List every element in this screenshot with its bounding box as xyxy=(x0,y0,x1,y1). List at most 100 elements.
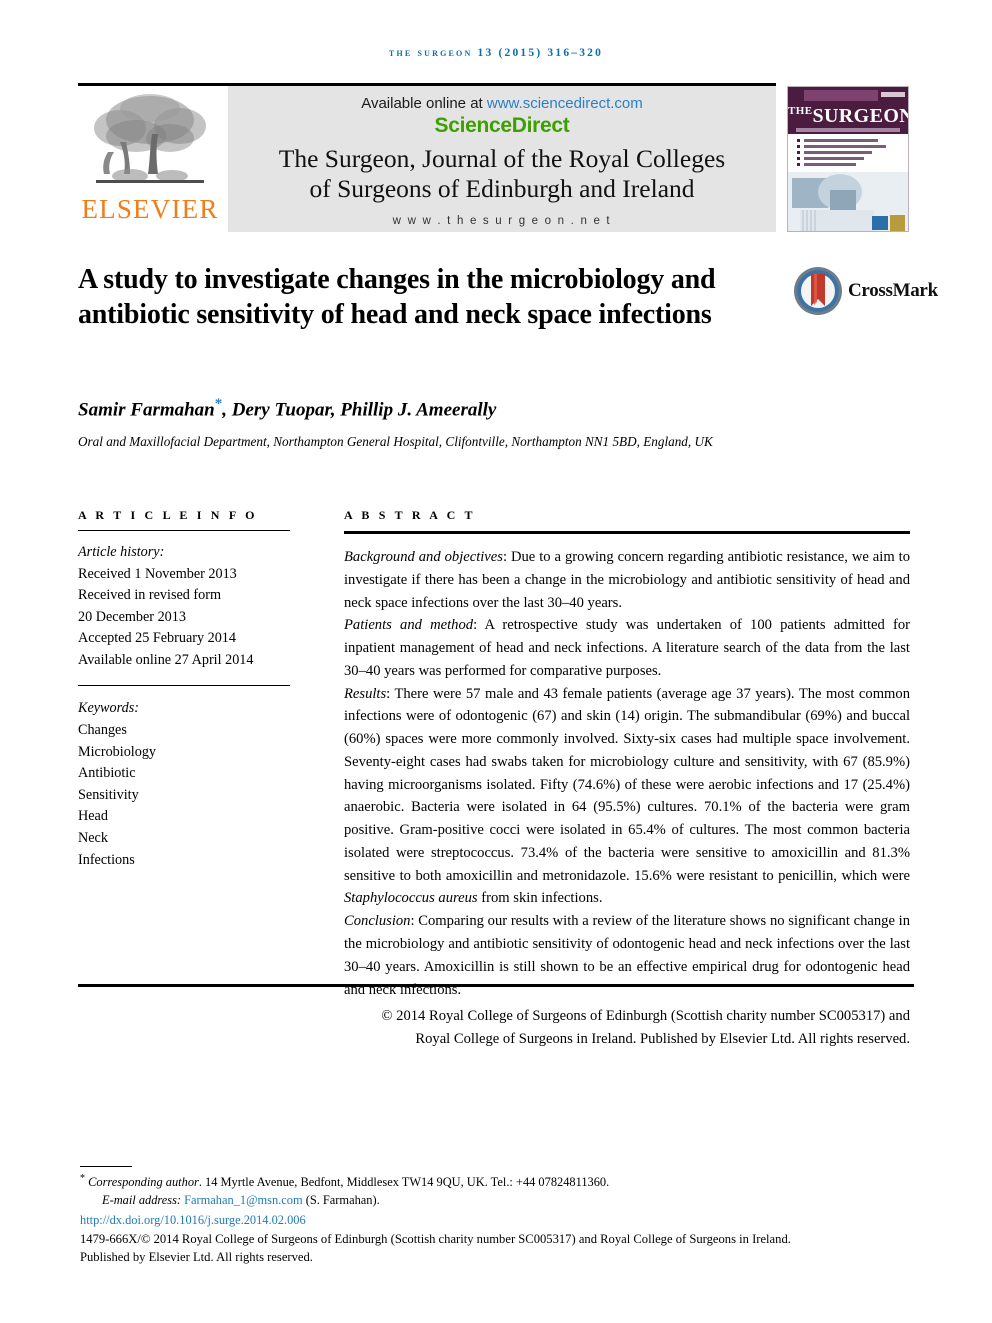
corresponding-author-label: Corresponding author xyxy=(88,1175,199,1190)
article-info-column: A R T I C L E I N F O Article history: R… xyxy=(78,508,290,871)
available-online-prefix: Available online at xyxy=(361,95,487,112)
keyword-item: Head xyxy=(78,808,108,825)
abstract-paragraph-patients: Patients and method: A retrospective stu… xyxy=(344,614,910,682)
journal-cover-thumbnail: THESURGEON xyxy=(787,86,909,232)
footnote-marker: * xyxy=(80,1173,85,1184)
email-link[interactable]: Farmahan_1@msn.com xyxy=(184,1193,302,1207)
crossmark-logo[interactable]: CrossMark xyxy=(793,263,938,319)
cover-contents-line xyxy=(804,145,886,148)
crossmark-label: CrossMark xyxy=(848,280,938,301)
author-list: Samir Farmahan*, Dery Tuopar, Phillip J.… xyxy=(78,396,838,421)
abstract-italic-species: Staphylococcus aureus xyxy=(344,890,478,907)
available-online-line: Available online at www.sciencedirect.co… xyxy=(228,95,776,112)
abstract-lead-patients: Patients and method xyxy=(344,617,474,634)
history-item: Received 1 November 2013 xyxy=(78,565,237,582)
sciencedirect-url[interactable]: www.sciencedirect.com xyxy=(487,95,643,112)
email-label: E-mail address: xyxy=(102,1193,182,1208)
history-item: Available online 27 April 2014 xyxy=(78,651,254,668)
sciencedirect-panel: Available online at www.sciencedirect.co… xyxy=(228,86,776,232)
doi-link[interactable]: http://dx.doi.org/10.1016/j.surge.2014.0… xyxy=(80,1211,918,1229)
abstract-lead-conclusion: Conclusion xyxy=(344,913,411,930)
cover-topbar xyxy=(788,87,908,104)
abstract-rule xyxy=(344,531,910,534)
author-first: Samir Farmahan xyxy=(78,399,215,421)
cover-contents-line xyxy=(804,157,864,160)
journal-title: The Surgeon, Journal of the Royal Colleg… xyxy=(228,144,776,203)
journal-title-line1: The Surgeon, Journal of the Royal Colleg… xyxy=(278,144,726,173)
copyright-line-1: © 2014 Royal College of Surgeons of Edin… xyxy=(381,1008,910,1025)
abstract-bottom-rule xyxy=(78,984,914,987)
imprint-line-2: Published by Elsevier Ltd. All rights re… xyxy=(80,1250,313,1265)
bullet-icon xyxy=(797,145,800,148)
cover-society-logo-1 xyxy=(872,216,888,230)
cover-contents-item xyxy=(797,163,901,166)
running-head: The Surgeon 13 (2015) 316–320 xyxy=(388,47,604,59)
cover-title: THESURGEON xyxy=(788,104,908,127)
article-history-label: Article history: xyxy=(78,544,165,560)
journal-homepage-url[interactable]: w w w . t h e s u r g e o n . n e t xyxy=(228,215,776,227)
abstract-paragraph-results: Results: There were 57 male and 43 femal… xyxy=(344,683,910,911)
history-item: Accepted 25 February 2014 xyxy=(78,630,236,647)
keywords-label: Keywords: xyxy=(78,700,139,717)
article-info-rule xyxy=(78,530,290,531)
bullet-icon xyxy=(797,151,800,154)
article-info-heading: A R T I C L E I N F O xyxy=(78,508,258,522)
cover-artwork-building xyxy=(800,210,874,231)
bullet-icon xyxy=(797,163,800,166)
keywords-rule xyxy=(78,685,290,687)
cover-society-logo-2 xyxy=(890,215,905,231)
keyword-item: Microbiology xyxy=(78,743,157,760)
keyword-item: Antibiotic xyxy=(78,765,136,782)
abstract-lead-background: Background and objectives xyxy=(344,549,503,565)
page-title: A study to investigate changes in the mi… xyxy=(78,264,716,331)
sciencedirect-logo: ScienceDirect xyxy=(434,114,570,137)
email-note: E-mail address: Farmahan_1@msn.com (S. F… xyxy=(80,1191,918,1209)
cover-contents-list xyxy=(788,134,908,172)
cover-subtitle-line xyxy=(796,128,900,132)
email-owner: (S. Farmahan). xyxy=(305,1193,380,1208)
cover-contents-item xyxy=(797,151,901,154)
abstract-lead-results: Results xyxy=(344,685,387,702)
cover-topbar-band xyxy=(804,90,878,101)
paper-page: The Surgeon 13 (2015) 316–320 xyxy=(0,0,992,1323)
abstract-text-results-after: from skin infections. xyxy=(477,890,603,907)
abstract-text-results: : There were 57 male and 43 female patie… xyxy=(344,685,910,884)
crossmark-badge-icon xyxy=(794,267,842,315)
keyword-item: Infections xyxy=(78,851,135,868)
journal-masthead: ELSEVIER Available online at www.science… xyxy=(78,86,776,232)
cover-subtitle-band xyxy=(788,127,908,134)
author-rest: , Dery Tuopar, Phillip J. Ameerally xyxy=(222,399,497,421)
cover-artwork xyxy=(788,172,908,231)
corresponding-author-details: . 14 Myrtle Avenue, Bedfont, Middlesex T… xyxy=(198,1175,610,1190)
elsevier-tree-icon xyxy=(94,94,206,183)
abstract-copyright: © 2014 Royal College of Surgeons of Edin… xyxy=(344,1005,910,1051)
copyright-line-2: Royal College of Surgeons in Ireland. Pu… xyxy=(415,1031,910,1048)
cover-contents-line xyxy=(804,151,872,154)
cover-contents-item xyxy=(797,145,901,148)
imprint-line-1: 1479-666X/© 2014 Royal College of Surgeo… xyxy=(80,1232,791,1247)
cover-contents-item xyxy=(797,157,901,160)
bullet-icon xyxy=(797,139,800,142)
title-area: A study to investigate changes in the mi… xyxy=(78,262,778,333)
keyword-item: Changes xyxy=(78,722,127,739)
article-history: Article history: Received 1 November 201… xyxy=(78,542,290,671)
cover-title-prefix: THE xyxy=(788,105,813,117)
cover-issue-tag xyxy=(881,92,905,97)
affiliation: Oral and Maxillofacial Department, North… xyxy=(78,434,713,449)
corresponding-author-note: * Corresponding author. 14 Myrtle Avenue… xyxy=(80,1172,918,1191)
keyword-item: Neck xyxy=(78,829,108,846)
keywords-block: Keywords: Changes Microbiology Antibioti… xyxy=(78,698,290,871)
bullet-icon xyxy=(797,157,800,160)
abstract-paragraph-background: Background and objectives: Due to a grow… xyxy=(344,546,910,614)
abstract-paragraph-conclusion: Conclusion: Comparing our results with a… xyxy=(344,910,910,1001)
history-item: 20 December 2013 xyxy=(78,608,186,625)
cover-contents-line xyxy=(804,163,856,166)
footnote-separator xyxy=(80,1166,132,1167)
cover-contents-item xyxy=(797,139,901,142)
keyword-item: Sensitivity xyxy=(78,786,139,803)
abstract-body: Background and objectives: Due to a grow… xyxy=(344,546,910,1051)
abstract-column: A B S T R A C T Background and objective… xyxy=(344,508,910,1051)
cover-contents-line xyxy=(804,139,878,142)
cover-title-main: SURGEON xyxy=(812,105,909,127)
abstract-heading: A B S T R A C T xyxy=(344,508,476,522)
